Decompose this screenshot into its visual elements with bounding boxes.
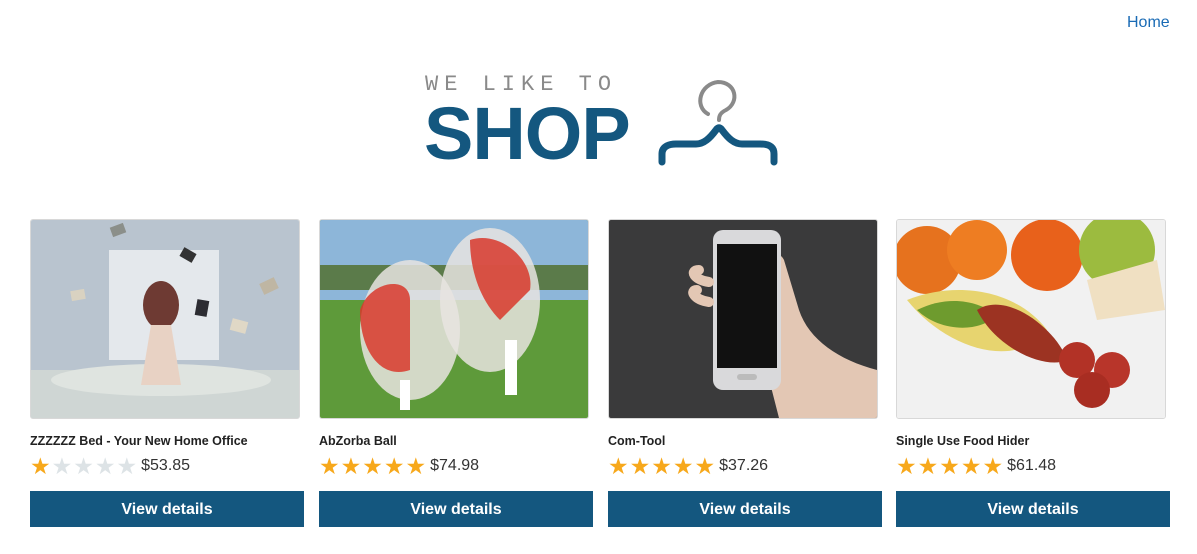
star-filled-icon: ★	[629, 452, 651, 479]
star-filled-icon: ★	[896, 452, 917, 479]
view-details-button[interactable]: View details	[319, 491, 593, 527]
product-price: $61.48	[1007, 457, 1057, 474]
product-card: Com-Tool ★★★★★ $37.26 View details	[608, 219, 883, 527]
product-card: AbZorba Ball ★★★★★ $74.98 View details	[319, 219, 594, 527]
star-filled-icon: ★	[608, 452, 629, 479]
star-empty-icon: ★	[51, 452, 73, 479]
star-filled-icon: ★	[651, 452, 672, 479]
product-title[interactable]: AbZorba Ball	[319, 434, 594, 448]
product-price: $37.26	[719, 457, 769, 474]
star-filled-icon: ★	[982, 452, 1004, 479]
star-empty-icon: ★	[73, 452, 94, 479]
star-filled-icon: ★	[362, 452, 383, 479]
star-filled-icon: ★	[340, 452, 362, 479]
product-image-phone[interactable]	[608, 219, 878, 419]
hanger-icon	[658, 79, 778, 166]
star-filled-icon: ★	[960, 452, 982, 479]
product-title[interactable]: Single Use Food Hider	[896, 434, 1171, 448]
product-rating: ★★★★★ $61.48	[896, 454, 1171, 478]
product-card: Single Use Food Hider ★★★★★ $61.48 View …	[896, 219, 1171, 527]
star-filled-icon: ★	[30, 452, 51, 479]
star-filled-icon: ★	[319, 452, 340, 479]
star-empty-icon: ★	[116, 452, 138, 479]
product-image-bed[interactable]	[30, 219, 300, 419]
star-rating: ★★★★★	[319, 454, 427, 479]
product-rating: ★★★★★ $37.26	[608, 454, 883, 478]
product-price: $53.85	[141, 457, 191, 474]
star-filled-icon: ★	[694, 452, 716, 479]
star-filled-icon: ★	[405, 452, 427, 479]
star-empty-icon: ★	[94, 452, 116, 479]
product-title[interactable]: ZZZZZZ Bed - Your New Home Office	[30, 434, 305, 448]
product-card: ZZZZZZ Bed - Your New Home Office ★★★★★ …	[30, 219, 305, 527]
home-link[interactable]: Home	[1127, 14, 1170, 32]
product-image-food[interactable]	[896, 219, 1166, 419]
product-image-ball[interactable]	[319, 219, 589, 419]
view-details-button[interactable]: View details	[608, 491, 882, 527]
site-logo[interactable]: WE LIKE TO SHOP	[424, 72, 784, 175]
star-filled-icon: ★	[672, 452, 694, 479]
star-filled-icon: ★	[383, 452, 405, 479]
star-rating: ★★★★★	[608, 454, 716, 479]
product-price: $74.98	[430, 457, 480, 474]
star-filled-icon: ★	[917, 452, 939, 479]
product-rating: ★★★★★ $74.98	[319, 454, 594, 478]
product-rating: ★★★★★ $53.85	[30, 454, 305, 478]
star-rating: ★★★★★	[896, 454, 1004, 479]
product-title[interactable]: Com-Tool	[608, 434, 883, 448]
star-rating: ★★★★★	[30, 454, 138, 479]
star-filled-icon: ★	[939, 452, 960, 479]
view-details-button[interactable]: View details	[30, 491, 304, 527]
logo-wordmark: SHOP	[424, 92, 631, 175]
view-details-button[interactable]: View details	[896, 491, 1170, 527]
